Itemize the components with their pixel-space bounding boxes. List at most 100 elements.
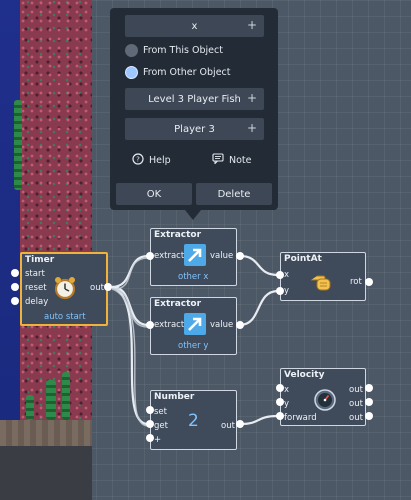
- node-footer: auto start: [44, 312, 86, 322]
- input-port-plus[interactable]: [146, 434, 154, 442]
- svg-text:?: ?: [136, 156, 140, 164]
- radio-from-other-object[interactable]: From Other Object: [125, 66, 231, 79]
- output-port-out[interactable]: [104, 283, 112, 291]
- port-label-forward: forward: [284, 413, 317, 423]
- pointing-hand-icon: [309, 270, 335, 296]
- wire-timer-extractor-x: [111, 254, 149, 289]
- help-button[interactable]: ? Help: [132, 153, 171, 168]
- velocity-node[interactable]: Velocity x y forward out out out: [280, 368, 366, 426]
- radio-label: From This Object: [143, 45, 223, 56]
- sea-floor: [0, 420, 92, 446]
- field-selector[interactable]: x +: [125, 15, 264, 37]
- note-label: Note: [229, 154, 252, 166]
- node-footer: other x: [178, 272, 209, 282]
- note-icon: [212, 153, 224, 167]
- extract-arrow-icon: [183, 312, 209, 338]
- plus-icon[interactable]: +: [247, 121, 257, 135]
- output-port-out[interactable]: [365, 398, 373, 406]
- speedometer-icon: [313, 388, 339, 414]
- input-port-set[interactable]: [146, 406, 154, 414]
- port-label-out: out: [349, 413, 363, 423]
- plus-icon[interactable]: +: [247, 18, 257, 32]
- water-area: [0, 0, 20, 430]
- game-scene-view: [0, 0, 92, 500]
- target-object-selector[interactable]: Level 3 Player Fish +: [125, 88, 264, 110]
- input-port-y[interactable]: [276, 287, 284, 295]
- wire-timer-number: [111, 285, 149, 426]
- input-port-extract[interactable]: [146, 252, 154, 260]
- extractor-node-x[interactable]: Extractor extract value other x: [150, 228, 237, 286]
- coral-wall: [20, 0, 92, 420]
- input-port-delay[interactable]: [11, 297, 19, 305]
- node-title: Timer: [25, 255, 55, 265]
- seaweed: [14, 100, 22, 190]
- port-label-value: value: [210, 320, 234, 330]
- delete-button[interactable]: Delete: [196, 183, 272, 205]
- radio-icon: [125, 44, 138, 57]
- port-label-y: y: [284, 399, 290, 409]
- port-label-delay: delay: [25, 297, 49, 307]
- timer-node[interactable]: Timer start reset delay out auto start: [20, 252, 108, 326]
- wire-timer-extractor-y: [111, 285, 149, 327]
- alarm-clock-icon: [52, 275, 78, 301]
- extract-arrow-icon: [183, 243, 209, 269]
- port-label-start: start: [25, 269, 45, 279]
- port-label-x: x: [284, 270, 290, 280]
- popup-pointer: [185, 210, 201, 220]
- port-label-rot: rot: [350, 277, 362, 287]
- port-label-x: x: [284, 385, 290, 395]
- seaweed: [46, 380, 56, 420]
- seaweed: [62, 372, 70, 420]
- output-port-out[interactable]: [365, 384, 373, 392]
- node-title: Velocity: [284, 370, 325, 380]
- output-port-value[interactable]: [236, 252, 244, 260]
- number-value[interactable]: 2: [188, 411, 199, 431]
- pointat-node[interactable]: PointAt x y rot: [280, 252, 366, 301]
- radio-selected-icon: [125, 66, 138, 79]
- input-port-start[interactable]: [11, 269, 19, 277]
- wire-number-velocity-forward: [239, 414, 279, 426]
- port-label-out: out: [349, 385, 363, 395]
- port-label-out: out: [221, 421, 235, 431]
- dark-ground: [0, 446, 92, 500]
- target-object-value: Level 3 Player Fish: [148, 93, 241, 105]
- player-value: Player 3: [174, 123, 215, 135]
- field-selector-value: x: [191, 20, 198, 32]
- output-port-out[interactable]: [236, 420, 244, 428]
- port-label-out: out: [349, 399, 363, 409]
- port-label-extract: extract: [154, 320, 185, 330]
- port-label-reset: reset: [25, 283, 47, 293]
- output-port-rot[interactable]: [365, 278, 373, 286]
- help-icon: ?: [132, 153, 144, 168]
- input-port-extract[interactable]: [146, 321, 154, 329]
- radio-from-this-object[interactable]: From This Object: [125, 44, 223, 57]
- input-port-x[interactable]: [276, 271, 284, 279]
- input-port-reset[interactable]: [11, 283, 19, 291]
- radio-label: From Other Object: [143, 67, 231, 78]
- seaweed: [26, 395, 34, 420]
- node-title: Extractor: [154, 299, 202, 309]
- input-port-x[interactable]: [276, 384, 284, 392]
- output-port-value[interactable]: [236, 321, 244, 329]
- ok-button[interactable]: OK: [116, 183, 192, 205]
- output-port-out[interactable]: [365, 412, 373, 420]
- port-label-y: y: [284, 286, 290, 296]
- port-label-value: value: [210, 251, 234, 261]
- port-label-get: get: [154, 421, 168, 431]
- node-footer: other y: [178, 341, 209, 351]
- property-popup: x + From This Object From Other Object L…: [110, 8, 278, 210]
- plus-icon[interactable]: +: [247, 91, 257, 105]
- port-label-set: set: [154, 407, 167, 417]
- input-port-get[interactable]: [146, 420, 154, 428]
- port-label-out: out: [90, 283, 104, 293]
- extractor-node-y[interactable]: Extractor extract value other y: [150, 297, 237, 355]
- help-label: Help: [149, 155, 171, 166]
- wire-extractor-x-pointat-x: [239, 254, 279, 277]
- player-selector[interactable]: Player 3 +: [125, 118, 264, 140]
- input-port-y[interactable]: [276, 398, 284, 406]
- node-title: PointAt: [284, 254, 322, 264]
- input-port-forward[interactable]: [276, 412, 284, 420]
- number-node[interactable]: Number set get + 2 out: [150, 390, 237, 450]
- node-title: Number: [154, 392, 195, 402]
- note-button[interactable]: Note: [212, 153, 252, 167]
